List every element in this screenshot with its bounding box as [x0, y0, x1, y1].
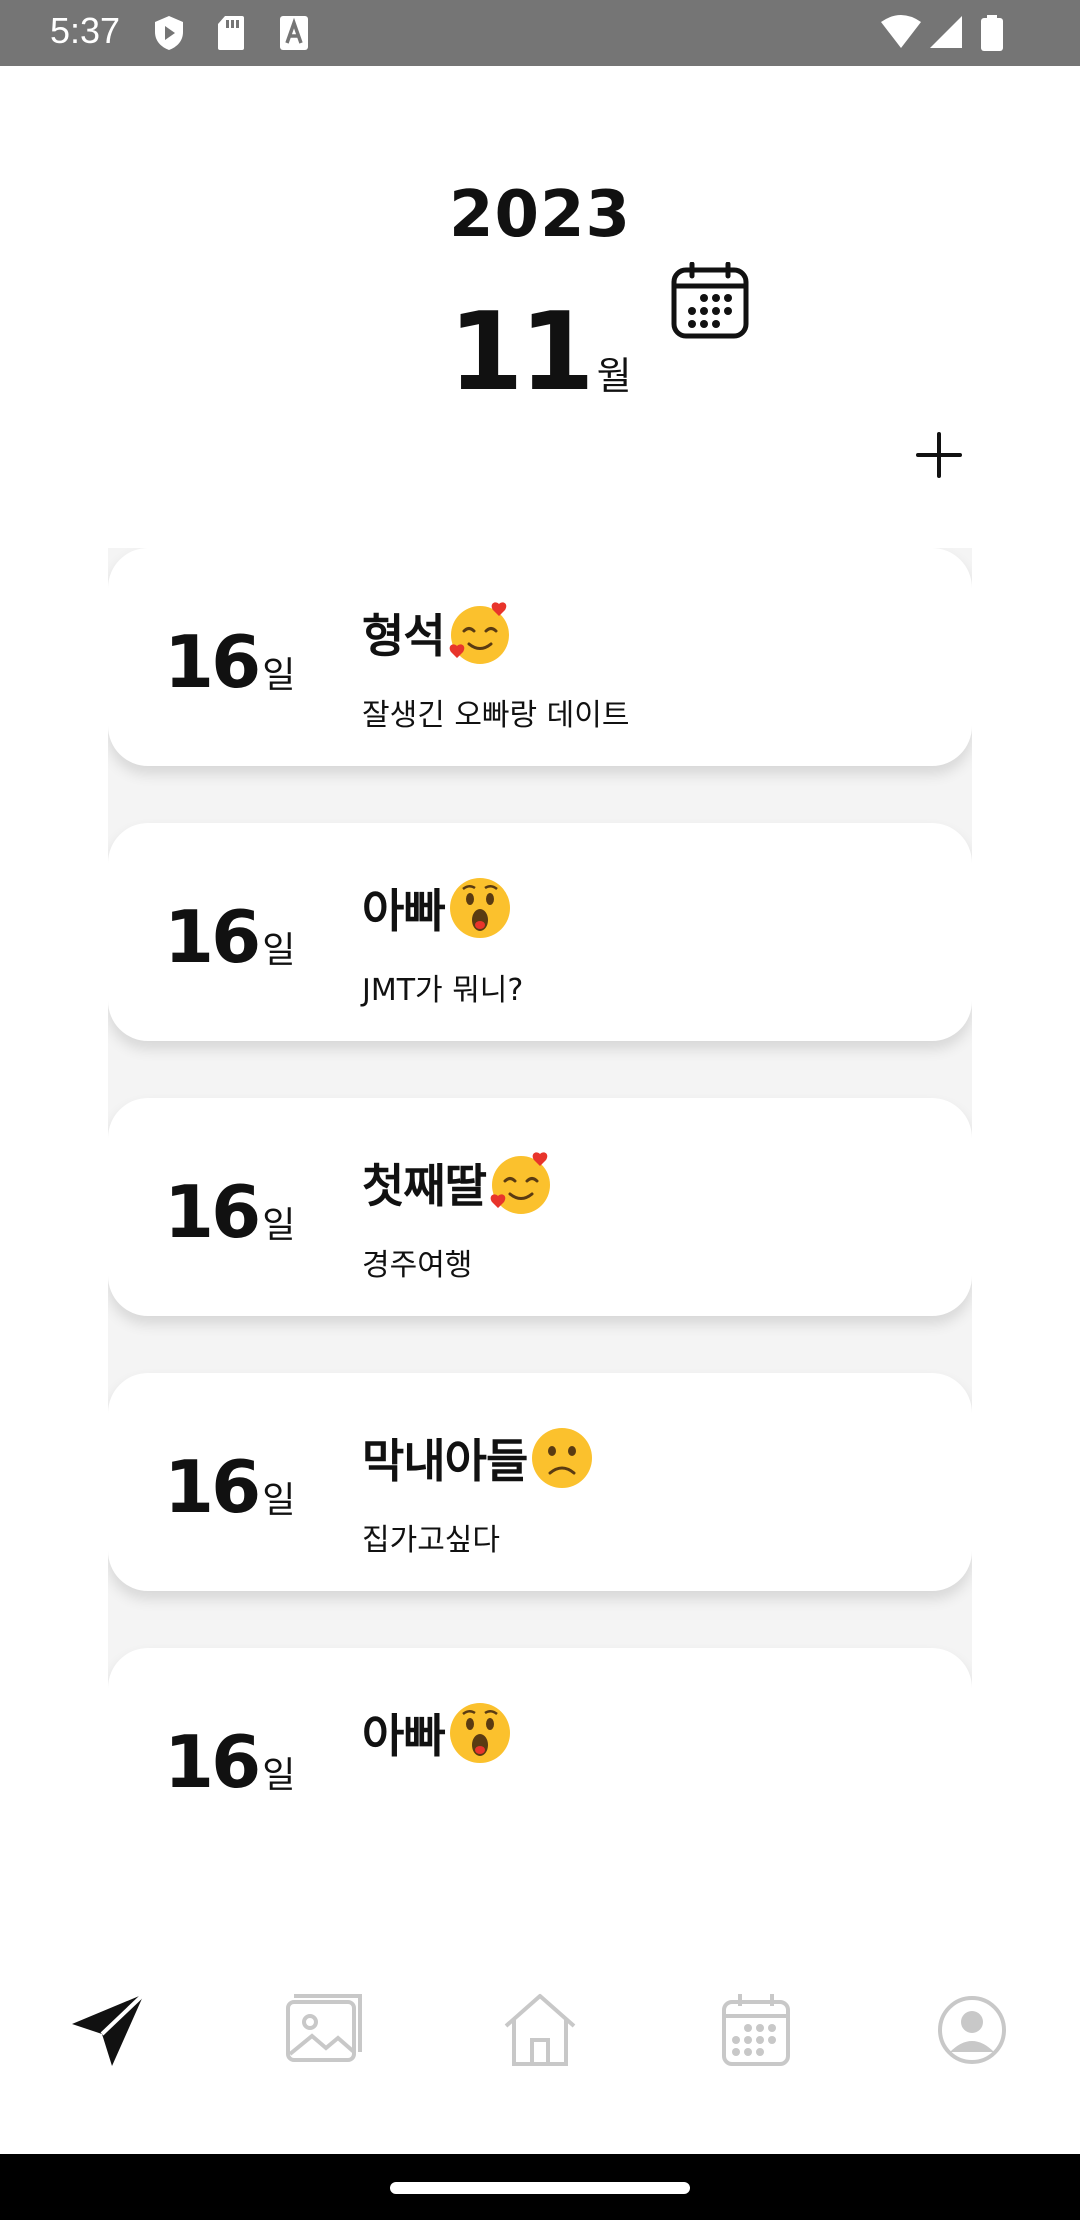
entry-card[interactable]: 16 일 형석 잘생긴 오빠랑 데이트 — [108, 548, 972, 766]
entry-title: 막내아들 — [362, 1425, 595, 1491]
gallery-icon[interactable] — [284, 1990, 364, 2070]
entry-card[interactable]: 16 일 첫째딸 경주여행 — [108, 1098, 972, 1316]
entry-card[interactable]: 16 일 막내아들 집가고싶다 — [108, 1373, 972, 1591]
wifi-icon — [881, 15, 921, 48]
entry-title-text: 막내아들 — [362, 1434, 528, 1488]
font-app-icon — [280, 16, 308, 50]
entry-day-suffix: 일 — [262, 655, 296, 696]
entry-memo: 경주여행 — [362, 1248, 473, 1283]
calendar-icon[interactable] — [716, 1990, 796, 2070]
entry-title: 아빠 — [362, 1700, 513, 1766]
entry-title: 아빠 — [362, 875, 513, 941]
month-header: 11 월 — [0, 290, 1080, 415]
entry-memo: JMT가 뭐니? — [362, 973, 524, 1008]
status-bar: 5:37 — [0, 0, 1080, 66]
entry-title-text: 아빠 — [362, 1709, 446, 1763]
astonished-face-icon — [449, 878, 510, 938]
entry-day: 16 일 — [164, 1445, 295, 1529]
month-number: 11 — [448, 290, 594, 415]
frowning-face-icon — [532, 1428, 593, 1488]
battery-icon — [981, 15, 1003, 51]
home-indicator[interactable] — [390, 2182, 690, 2194]
entry-day: 16 일 — [164, 1720, 295, 1800]
entry-day: 16 일 — [164, 620, 295, 704]
shield-play-icon — [155, 16, 183, 50]
smiling-face-with-hearts-icon — [449, 602, 509, 664]
entry-title: 형석 — [362, 600, 513, 666]
sd-card-icon — [218, 16, 244, 50]
entry-memo: 집가고싶다 — [362, 1523, 500, 1558]
entry-day-number: 16 — [164, 1445, 261, 1529]
entry-day-number: 16 — [164, 895, 261, 979]
entry-day-suffix: 일 — [262, 1205, 296, 1246]
smiling-face-with-hearts-icon — [490, 1152, 550, 1214]
profile-icon[interactable] — [932, 1990, 1012, 2070]
entry-title-text: 첫째딸 — [362, 1159, 487, 1213]
entry-day-suffix: 일 — [262, 1755, 296, 1796]
calendar-picker-icon[interactable] — [670, 262, 750, 340]
entry-day-suffix: 일 — [262, 1480, 296, 1521]
entry-list[interactable]: 16 일 형석 잘생긴 오빠랑 데이트 16 일 아빠 JMT가 뭐니? 16 … — [108, 548, 972, 1800]
entry-day-suffix: 일 — [262, 930, 296, 971]
send-icon[interactable] — [68, 1990, 148, 2070]
home-icon[interactable] — [500, 1990, 580, 2070]
entry-day-number: 16 — [164, 1720, 261, 1800]
entry-day: 16 일 — [164, 895, 295, 979]
entry-title: 첫째딸 — [362, 1150, 554, 1216]
add-entry-button[interactable] — [914, 430, 964, 480]
entry-title-text: 아빠 — [362, 884, 446, 938]
entry-day-number: 16 — [164, 620, 261, 704]
bottom-navigation — [0, 1950, 1080, 2110]
entry-title-text: 형석 — [362, 609, 446, 663]
month-suffix: 월 — [596, 354, 632, 398]
status-time: 5:37 — [50, 10, 121, 51]
entry-day: 16 일 — [164, 1170, 295, 1254]
entry-day-number: 16 — [164, 1170, 261, 1254]
entry-card[interactable]: 16 일 아빠 — [108, 1648, 972, 1800]
entry-card[interactable]: 16 일 아빠 JMT가 뭐니? — [108, 823, 972, 1041]
cellular-signal-icon — [930, 16, 962, 48]
entry-memo: 잘생긴 오빠랑 데이트 — [362, 698, 630, 733]
astonished-face-icon — [449, 1703, 510, 1763]
year-label: 2023 — [448, 178, 632, 252]
